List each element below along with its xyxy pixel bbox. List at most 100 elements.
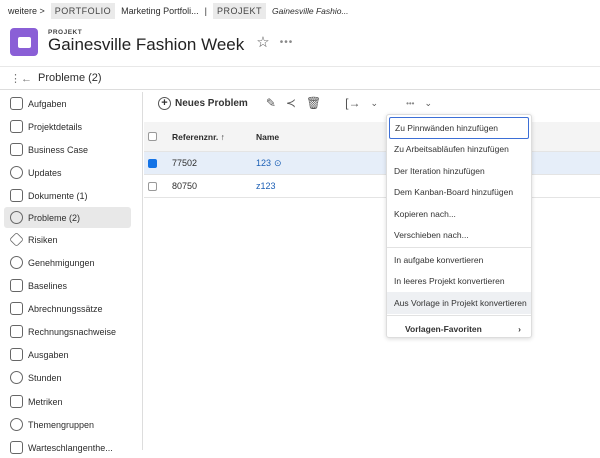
sidebar-item-metriken[interactable]: Metriken [4,391,131,412]
project-icon [10,28,38,56]
queue-topic-icon [10,441,23,454]
new-issue-button[interactable]: + Neues Problem [158,96,248,110]
project-header: PROJEKT Gainesville Fashion Week ☆ ••• [10,28,293,56]
sidebar-item-abrechnungssaetze[interactable]: Abrechnungssätze [4,298,131,319]
edit-icon[interactable]: ✎ [266,96,276,110]
section-header: ⋮← Probleme (2) [0,66,600,90]
chevron-down-icon[interactable]: ⌄ [424,98,432,109]
baseline-icon [10,279,23,292]
share-icon[interactable]: ≺ [286,96,296,110]
row-checkbox[interactable] [148,158,157,168]
sidebar-item-genehmigungen[interactable]: Genehmigungen [4,252,131,273]
menu-divider [387,247,531,248]
details-icon [10,120,23,133]
sidebar-item-label: Risiken [28,234,58,245]
new-issue-label: Neues Problem [175,97,248,109]
menu-item-add-to-workflows[interactable]: Zu Arbeitsabläufen hinzufügen [387,139,531,161]
sidebar-item-label: Stunden [28,372,62,383]
billing-rates-icon [10,302,23,315]
sidebar-item-label: Warteschlangenthe... [28,442,113,453]
breadcrumb-portfolio[interactable]: Marketing Portfoli... [121,6,199,16]
sidebar-item-probleme[interactable]: Probleme (2) [4,207,131,228]
sidebar-item-warteschlangenthemen[interactable]: Warteschlangenthe... [4,437,131,458]
metrics-icon [10,395,23,408]
sidebar-item-label: Abrechnungssätze [28,303,103,314]
sidebar-item-projektdetails[interactable]: Projektdetails [4,116,131,137]
menu-item-convert-to-empty-project[interactable]: In leeres Projekt konvertieren [387,271,531,293]
sidebar-item-ausgaben[interactable]: Ausgaben [4,344,131,365]
chevron-down-icon[interactable]: ⌄ [371,98,379,109]
select-all-checkbox[interactable] [148,132,157,141]
business-case-icon [10,143,23,156]
row-checkbox[interactable] [148,181,157,191]
column-header-name[interactable]: Name [256,132,279,142]
sidebar-item-rechnungsnachweise[interactable]: Rechnungsnachweise [4,321,131,342]
ref-cell: 80750 [172,181,198,191]
portfolio-tag: PORTFOLIO [50,3,116,19]
breadcrumb-more[interactable]: weitere > [8,6,45,16]
star-icon[interactable]: ☆ [256,33,269,51]
menu-item-convert-to-task[interactable]: In aufgabe konvertieren [387,249,531,271]
document-icon [10,189,23,202]
toolbar: + Neues Problem ✎ ≺ 🗑 [→ ⌄ ••• ⌄ [144,92,600,114]
delete-icon[interactable]: 🗑 [306,96,321,110]
sidebar-item-label: Aufgaben [28,98,67,109]
menu-item-convert-from-template[interactable]: Aus Vorlage in Projekt konvertieren [387,292,531,314]
sidebar-item-label: Baselines [28,280,68,291]
collapse-sidebar-icon[interactable]: ⋮← [10,72,32,85]
open-icon[interactable]: ⊙ [274,158,282,169]
breadcrumb: weitere > PORTFOLIO Marketing Portfoli..… [0,0,349,22]
sidebar-item-label: Probleme (2) [28,212,81,223]
sidebar-item-label: Projektdetails [28,121,83,132]
menu-item-move-to[interactable]: Verschieben nach... [387,225,531,247]
ref-cell: 77502 [172,158,198,168]
page-title: Gainesville Fashion Week [48,35,245,54]
breadcrumb-separator: | [204,6,207,16]
expense-icon [10,348,23,361]
sidebar-item-themengruppen[interactable]: Themengruppen [4,414,131,435]
chevron-right-icon: › [518,323,521,334]
more-actions-icon[interactable]: ••• [406,99,414,108]
clock-icon [10,371,23,384]
menu-item-add-to-boards[interactable]: Zu Pinnwänden hinzufügen [389,117,529,139]
sidebar-item-aufgaben[interactable]: Aufgaben [4,93,131,114]
sidebar-item-label: Business Case [28,144,89,155]
menu-item-template-favorites[interactable]: Vorlagen-Favoriten › [387,317,531,341]
risk-icon [9,232,24,247]
menu-item-add-to-iteration[interactable]: Der Iteration hinzufügen [387,160,531,182]
sidebar-item-label: Themengruppen [28,419,95,430]
section-title: Probleme (2) [38,72,102,84]
name-link[interactable]: z123 [256,181,276,191]
menu-item-copy-to[interactable]: Kopieren nach... [387,203,531,225]
sidebar-item-label: Ausgaben [28,349,69,360]
sidebar: Aufgaben Projektdetails Business Case Up… [0,92,143,454]
issue-icon [10,211,23,224]
tasks-icon [10,97,23,110]
submenu-label: Vorlagen-Favoriten [405,323,482,334]
plus-icon: + [158,96,171,110]
sidebar-item-label: Dokumente (1) [28,190,88,201]
sidebar-item-baselines[interactable]: Baselines [4,275,131,296]
sidebar-item-dokumente[interactable]: Dokumente (1) [4,185,131,206]
sidebar-item-stunden[interactable]: Stunden [4,367,131,388]
project-tag: PROJEKT [213,3,267,19]
sidebar-item-risiken[interactable]: Risiken [4,229,131,250]
move-icon[interactable]: [→ [345,96,360,110]
menu-divider [387,314,531,316]
breadcrumb-project[interactable]: Gainesville Fashio... [272,6,349,16]
more-actions-menu: Zu Pinnwänden hinzufügen Zu Arbeitsabläu… [386,114,532,338]
approval-icon [10,256,23,269]
sidebar-item-label: Updates [28,167,62,178]
updates-icon [10,166,23,179]
menu-item-add-to-kanban[interactable]: Dem Kanban-Board hinzufügen [387,182,531,204]
invoice-icon [10,325,23,338]
more-icon[interactable]: ••• [280,37,294,48]
sidebar-item-business-case[interactable]: Business Case [4,139,131,160]
column-header-ref[interactable]: Referenznr. ↑ [172,132,256,142]
sidebar-item-label: Genehmigungen [28,257,95,268]
sidebar-item-label: Rechnungsnachweise [28,326,117,337]
topic-group-icon [10,418,23,431]
sidebar-item-updates[interactable]: Updates [4,162,131,183]
name-link[interactable]: 123 [256,158,271,168]
sidebar-item-label: Metriken [28,396,63,407]
